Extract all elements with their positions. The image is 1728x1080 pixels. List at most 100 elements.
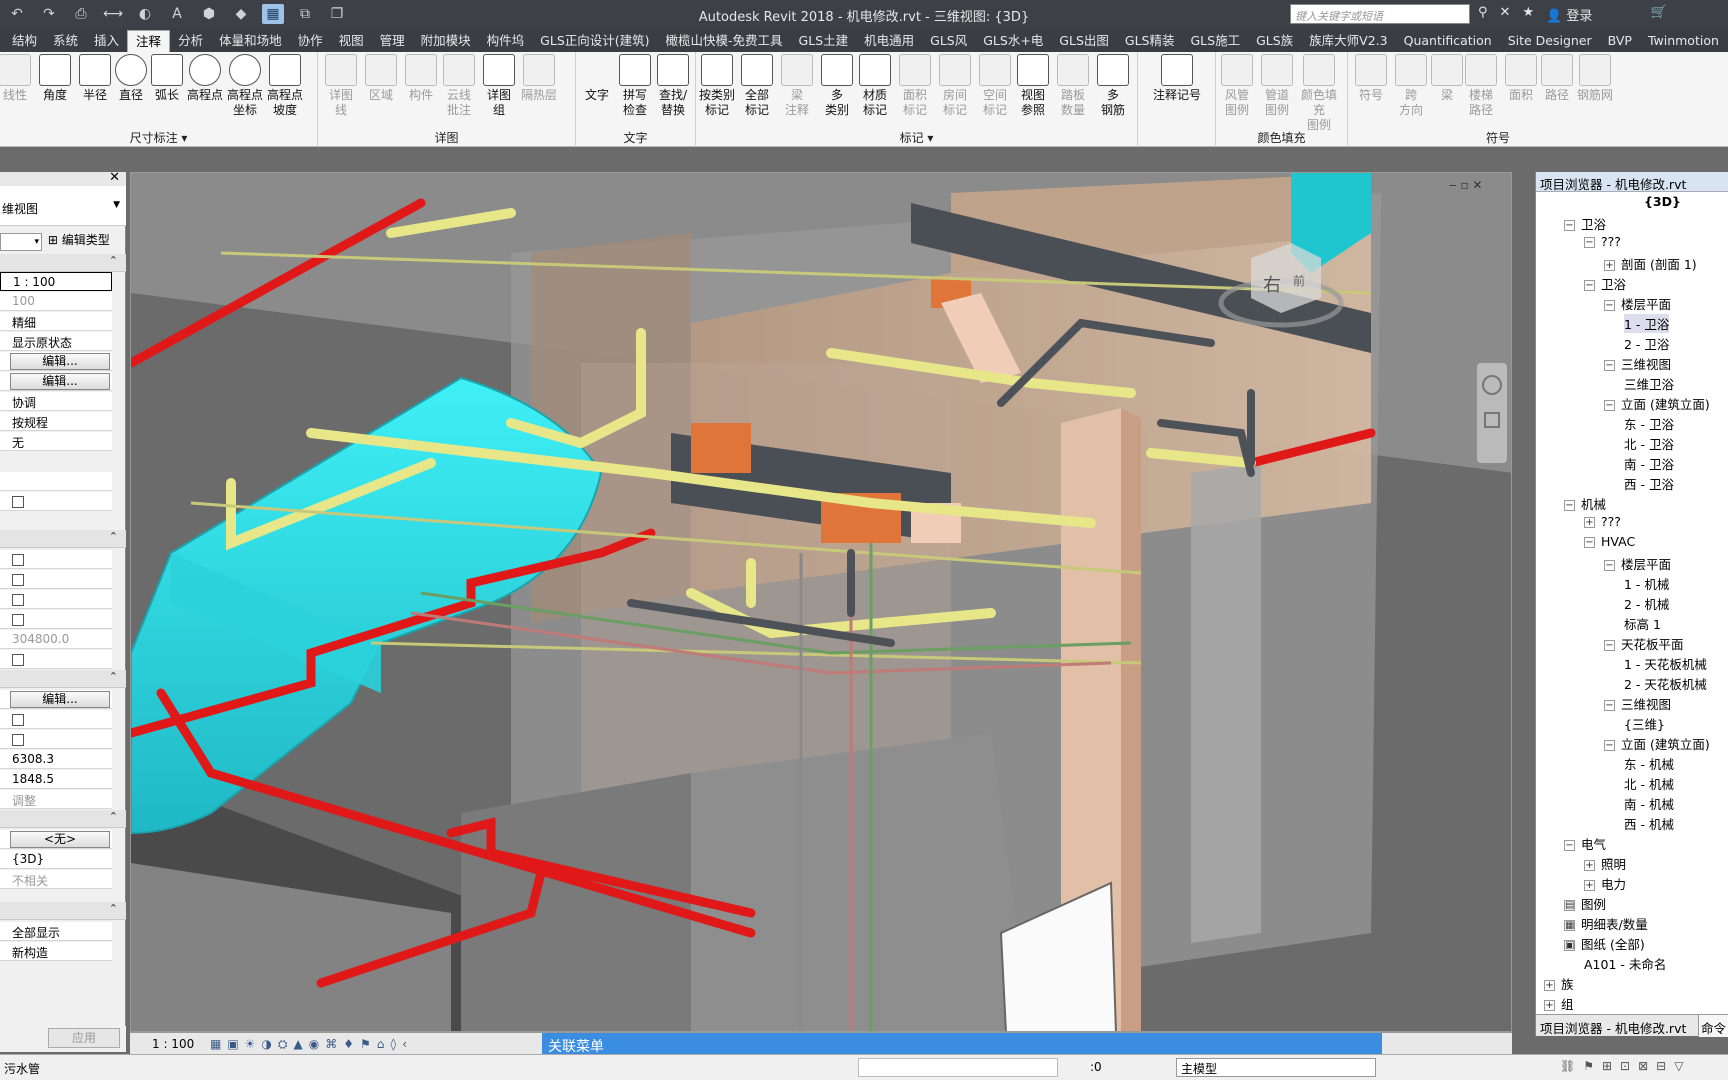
property-row[interactable] xyxy=(0,570,112,589)
tree-item[interactable]: 2 - 卫浴 xyxy=(1624,334,1669,353)
property-row[interactable]: 100 xyxy=(0,292,112,311)
symbol-button-3[interactable]: 楼梯 路径 xyxy=(1462,54,1500,118)
tag-group-label[interactable]: 标记 ▾ xyxy=(696,129,1137,146)
tree-item[interactable]: − HVAC xyxy=(1584,534,1635,549)
text-button-0[interactable]: 文字 xyxy=(578,54,616,103)
collapse-icon[interactable]: − xyxy=(1564,220,1575,231)
tag-button-10[interactable]: 多 钢筋 xyxy=(1094,54,1132,118)
collapse-icon[interactable]: − xyxy=(1584,537,1595,548)
tab-3[interactable]: 注释 xyxy=(127,30,171,52)
tab-8[interactable]: 管理 xyxy=(372,30,413,52)
symbol-button-4[interactable]: 面积 xyxy=(1502,54,1540,103)
tree-item[interactable]: − 三维视图 xyxy=(1604,694,1671,713)
close-icon[interactable]: ✕ xyxy=(109,170,120,185)
tree-item[interactable]: 南 - 机械 xyxy=(1624,794,1674,813)
edit-property-button[interactable]: 编辑... xyxy=(10,353,110,370)
expand-icon[interactable]: + xyxy=(1544,980,1555,991)
viewcube-front-label[interactable]: 右 xyxy=(1263,275,1281,296)
tree-item[interactable]: {3D} xyxy=(1644,194,1681,209)
tab-17[interactable]: GLS出图 xyxy=(1051,30,1117,52)
symbol-button-6[interactable]: 钢筋网 xyxy=(1576,54,1614,103)
column[interactable] xyxy=(1121,408,1141,1032)
tree-item[interactable]: + 照明 xyxy=(1584,854,1626,873)
login-button[interactable]: 👤 登录 xyxy=(1546,5,1592,24)
dimension-button-3[interactable]: 直径 xyxy=(112,54,150,103)
tree-item[interactable]: − 电气 xyxy=(1564,834,1606,853)
star-icon[interactable]: ★ xyxy=(1522,5,1534,24)
tree-item[interactable]: {三维} xyxy=(1624,714,1665,733)
tag-button-9[interactable]: 踏板 数量 xyxy=(1054,54,1092,118)
view-window-controls[interactable]: ‒ ▫ ✕ xyxy=(1449,178,1482,192)
property-row[interactable]: 按规程 xyxy=(0,412,112,431)
collapse-icon[interactable]: − xyxy=(1604,700,1615,711)
detail-button-0[interactable]: 详图 线 xyxy=(322,54,360,118)
tree-item[interactable]: 东 - 机械 xyxy=(1624,754,1674,773)
tree-item[interactable]: 三维卫浴 xyxy=(1624,374,1674,393)
symbol-button-2[interactable]: 梁 xyxy=(1428,54,1466,103)
property-checkbox[interactable] xyxy=(12,496,24,508)
property-row[interactable] xyxy=(0,472,112,491)
tree-item[interactable]: +??? xyxy=(1584,514,1621,529)
tab-12[interactable]: 橄榄山快模-免费工具 xyxy=(658,30,791,52)
property-row[interactable]: 6308.3 xyxy=(0,750,112,769)
tab-19[interactable]: GLS施工 xyxy=(1182,30,1248,52)
tree-item[interactable]: −??? xyxy=(1584,234,1621,249)
tree-item[interactable]: A101 - 未命名 xyxy=(1584,954,1666,973)
3d-viewport[interactable]: 右 前 ‒ ▫ ✕ xyxy=(130,172,1512,1032)
detail-button-1[interactable]: 区域 xyxy=(362,54,400,103)
property-checkbox[interactable] xyxy=(12,714,24,726)
folder-icon[interactable]: ▦ xyxy=(1564,920,1575,931)
symbol-button-0[interactable]: 符号 xyxy=(1352,54,1390,103)
workset-dropdown[interactable] xyxy=(858,1058,1058,1077)
expand-icon[interactable]: + xyxy=(1584,880,1595,891)
navigation-bar[interactable] xyxy=(1477,363,1507,463)
property-row[interactable] xyxy=(0,610,112,629)
tab-15[interactable]: GLS风 xyxy=(922,30,975,52)
tab-2[interactable]: 插入 xyxy=(86,30,127,52)
type-selector[interactable]: 维视图 ▼ xyxy=(0,186,126,226)
property-row[interactable]: 协调 xyxy=(0,392,112,411)
tag-button-0[interactable]: 按类别 标记 xyxy=(698,54,736,118)
property-checkbox[interactable] xyxy=(12,594,24,606)
property-row[interactable]: 显示原状态 xyxy=(0,332,112,351)
property-row[interactable]: 编辑... xyxy=(0,372,112,391)
property-row[interactable]: 精细 xyxy=(0,312,112,331)
tag-button-2[interactable]: 梁 注释 xyxy=(778,54,816,118)
section-toggle[interactable]: ⌃ xyxy=(0,670,126,688)
property-checkbox[interactable] xyxy=(12,734,24,746)
detail-button-4[interactable]: 详图 组 xyxy=(480,54,518,118)
tree-item[interactable]: − 天花板平面 xyxy=(1604,634,1684,653)
collapse-icon[interactable]: − xyxy=(1604,740,1615,751)
edit-property-button[interactable]: 编辑... xyxy=(10,373,110,390)
tag-button-4[interactable]: 材质 标记 xyxy=(856,54,894,118)
tab-0[interactable]: 结构 xyxy=(4,30,45,52)
folder-icon[interactable]: ▤ xyxy=(1564,900,1575,911)
dimension-button-4[interactable]: 弧长 xyxy=(148,54,186,103)
tag-button-1[interactable]: 全部 标记 xyxy=(738,54,776,118)
collapse-icon[interactable]: − xyxy=(1604,640,1615,651)
collapse-icon[interactable]: − xyxy=(1564,500,1575,511)
tree-item[interactable]: 西 - 卫浴 xyxy=(1624,474,1674,493)
tree-item[interactable]: − 立面 (建筑立面) xyxy=(1604,394,1710,413)
tree-item[interactable]: 1 - 机械 xyxy=(1624,574,1669,593)
tab-4[interactable]: 分析 xyxy=(170,30,211,52)
expand-icon[interactable]: + xyxy=(1584,860,1595,871)
dimension-button-5[interactable]: 高程点 xyxy=(186,54,224,103)
tab-22[interactable]: Quantification xyxy=(1396,30,1500,52)
color_fill-button-1[interactable]: 管道 图例 xyxy=(1258,54,1296,118)
property-row[interactable]: 新构造 xyxy=(0,942,112,961)
duct-fitting[interactable] xyxy=(691,423,751,473)
tree-item[interactable]: + 电力 xyxy=(1584,874,1626,893)
dimension-group-label[interactable]: 尺寸标注 ▾ xyxy=(0,129,317,146)
collapse-icon[interactable]: − xyxy=(1584,280,1595,291)
tree-item[interactable]: 标高 1 xyxy=(1624,614,1661,633)
tree-item[interactable]: + 族 xyxy=(1544,974,1574,993)
collapse-icon[interactable]: − xyxy=(1564,840,1575,851)
expand-icon[interactable]: + xyxy=(1544,1000,1555,1011)
property-row[interactable] xyxy=(0,710,112,729)
tree-item[interactable]: − 楼层平面 xyxy=(1604,294,1671,313)
property-row[interactable]: 编辑... xyxy=(0,690,112,709)
tree-item[interactable]: ▤ 图例 xyxy=(1564,894,1606,913)
property-row[interactable]: {3D} xyxy=(0,850,112,869)
tree-item[interactable]: + 剖面 (剖面 1) xyxy=(1604,254,1697,273)
